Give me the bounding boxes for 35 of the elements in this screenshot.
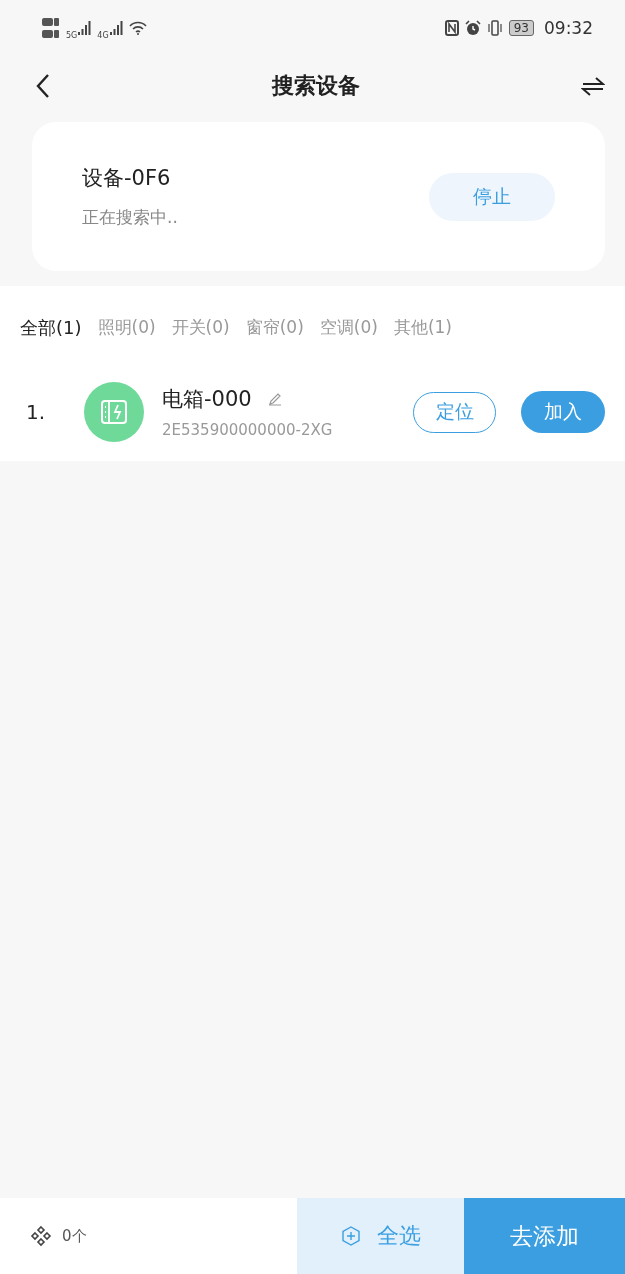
- page-title: 搜索设备: [271, 72, 360, 100]
- device-name: 电箱-000: [162, 386, 252, 413]
- category-tab[interactable]: 空调(0): [319, 316, 378, 360]
- category-tab[interactable]: 全部(1): [20, 316, 82, 360]
- edit-icon[interactable]: [267, 392, 282, 406]
- device-name: 设备-0F6: [82, 165, 172, 192]
- signal-icon: [109, 21, 123, 35]
- select-all-button[interactable]: 全选: [297, 1198, 464, 1274]
- submit-button[interactable]: 去添加: [464, 1198, 625, 1274]
- alarm-icon: [464, 20, 481, 36]
- category-tab[interactable]: 开关(0): [171, 316, 230, 360]
- plus-icon: [340, 1226, 361, 1246]
- category-tab[interactable]: 照明(0): [97, 316, 156, 360]
- swap-icon[interactable]: [581, 76, 605, 96]
- category-tab[interactable]: 其他(1): [393, 316, 452, 360]
- battery-level: 93: [508, 20, 534, 36]
- network-type: 4G: [97, 30, 109, 40]
- locate-button[interactable]: 定位: [413, 391, 496, 433]
- network-type: 5G: [66, 30, 78, 40]
- stop-button[interactable]: 停止: [429, 172, 555, 221]
- selected-count: 0个: [62, 1226, 87, 1246]
- back-icon[interactable]: [36, 73, 50, 99]
- device-serial: 2E535900000000-2XG: [162, 421, 334, 439]
- row-number: 1.: [26, 400, 47, 424]
- sim-icon: [42, 17, 60, 39]
- nfc-icon: [444, 20, 459, 36]
- search-status: 正在搜索中..: [82, 206, 178, 229]
- vibrate-icon: [486, 20, 503, 36]
- devices-icon: [30, 1225, 52, 1247]
- category-tab[interactable]: 窗帘(0): [245, 316, 304, 360]
- signal-icon: [78, 21, 92, 35]
- clock-time: 09:32: [544, 18, 593, 38]
- electric-box-icon: [84, 382, 144, 442]
- wifi-icon: [128, 21, 147, 35]
- add-button[interactable]: 加入: [521, 391, 605, 433]
